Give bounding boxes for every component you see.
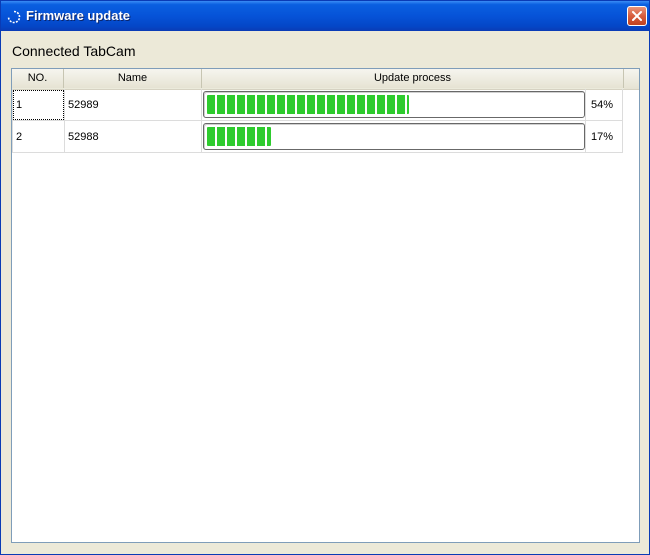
row-number: 1 xyxy=(12,89,65,121)
progress-fill xyxy=(207,127,271,146)
progress-percent: 54% xyxy=(586,89,623,121)
list-header: NO. Name Update process xyxy=(12,69,639,90)
table-row[interactable]: 1 52989 54% xyxy=(12,89,623,121)
progress-percent: 17% xyxy=(586,121,623,153)
column-header-no[interactable]: NO. xyxy=(12,69,64,88)
device-name: 52989 xyxy=(65,89,202,121)
close-button[interactable] xyxy=(627,6,647,26)
progress-bar xyxy=(203,91,585,118)
header-filler xyxy=(624,69,639,89)
table-row[interactable]: 2 52988 17% xyxy=(12,121,623,153)
device-list[interactable]: NO. Name Update process 1 52989 54% 2 52… xyxy=(11,68,640,543)
progress-cell xyxy=(202,121,586,153)
progress-cell xyxy=(202,89,586,121)
row-number: 2 xyxy=(12,121,65,153)
title-bar[interactable]: Firmware update xyxy=(1,1,649,31)
refresh-icon xyxy=(7,9,21,24)
device-name: 52988 xyxy=(65,121,202,153)
firmware-update-window: Firmware update Connected TabCam NO. Nam… xyxy=(0,0,650,555)
column-header-update-process[interactable]: Update process xyxy=(202,69,624,88)
progress-fill xyxy=(207,95,409,114)
progress-bar xyxy=(203,123,585,150)
close-icon xyxy=(632,11,642,21)
window-title: Firmware update xyxy=(26,8,131,23)
section-label: Connected TabCam xyxy=(12,43,136,59)
column-header-name[interactable]: Name xyxy=(64,69,202,88)
